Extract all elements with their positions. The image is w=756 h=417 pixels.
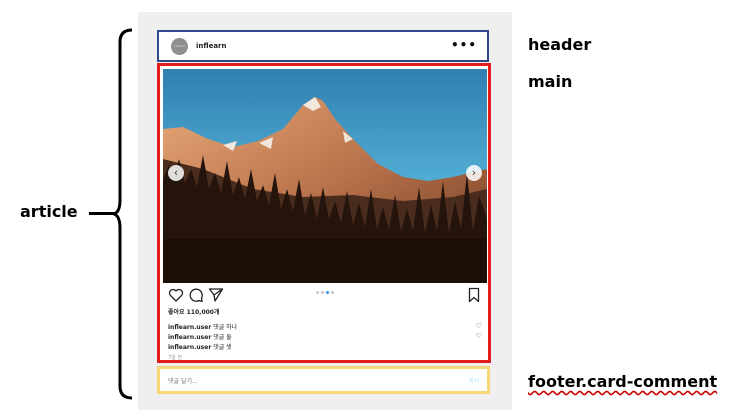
article-pointer bbox=[89, 212, 117, 215]
post-button[interactable]: 게시 bbox=[468, 376, 479, 385]
carousel-dot bbox=[316, 291, 319, 294]
carousel-dot bbox=[331, 291, 334, 294]
bookmark-icon[interactable] bbox=[466, 287, 482, 303]
like-count: 좋아요 110,000개 bbox=[168, 309, 220, 316]
carousel-dot bbox=[326, 291, 329, 294]
mountain-image bbox=[163, 69, 487, 283]
card-footer: 게시 bbox=[157, 366, 490, 394]
comment-heart-icon[interactable]: ♡ bbox=[476, 322, 482, 330]
prev-arrow-icon[interactable]: ‹ bbox=[168, 165, 184, 181]
comment-item: inflearn.user 댓글 둘 ♡ bbox=[168, 332, 482, 342]
comment-heart-icon[interactable]: ♡ bbox=[476, 332, 482, 340]
carousel-indicator bbox=[316, 291, 336, 295]
card-main: ‹ › 좋아요 110,000개 inflearn.user 댓글 하나 ♡ i… bbox=[157, 63, 491, 363]
comment-text: 댓글 둘 bbox=[211, 334, 232, 341]
heart-icon[interactable] bbox=[168, 287, 184, 303]
avatar[interactable]: inflearn bbox=[171, 38, 188, 55]
next-arrow-icon[interactable]: › bbox=[466, 165, 482, 181]
card-header: inflearn inflearn ••• bbox=[157, 30, 489, 62]
post-photo: ‹ › bbox=[163, 69, 487, 283]
post-time: 7일 전 bbox=[168, 355, 182, 361]
comment-input[interactable] bbox=[168, 374, 438, 388]
comment-user[interactable]: inflearn.user bbox=[168, 334, 211, 341]
footer-label: footer.card-comment bbox=[528, 372, 718, 391]
share-icon[interactable] bbox=[208, 287, 224, 303]
comment-user[interactable]: inflearn.user bbox=[168, 324, 211, 331]
comment-icon[interactable] bbox=[188, 287, 204, 303]
article-label: article bbox=[20, 202, 78, 221]
action-bar bbox=[168, 287, 482, 305]
more-icon[interactable]: ••• bbox=[451, 38, 477, 52]
comment-item: inflearn.user 댓글 하나 ♡ bbox=[168, 322, 482, 332]
comment-user[interactable]: inflearn.user bbox=[168, 344, 211, 351]
header-label: header bbox=[528, 35, 592, 54]
comment-list: inflearn.user 댓글 하나 ♡ inflearn.user 댓글 둘… bbox=[168, 322, 482, 352]
comment-text: 댓글 하나 bbox=[211, 324, 238, 331]
carousel-dot bbox=[321, 291, 324, 294]
comment-item: inflearn.user 댓글 셋 bbox=[168, 342, 482, 352]
comment-text: 댓글 셋 bbox=[211, 344, 232, 351]
username[interactable]: inflearn bbox=[196, 42, 226, 50]
main-label: main bbox=[528, 72, 573, 91]
